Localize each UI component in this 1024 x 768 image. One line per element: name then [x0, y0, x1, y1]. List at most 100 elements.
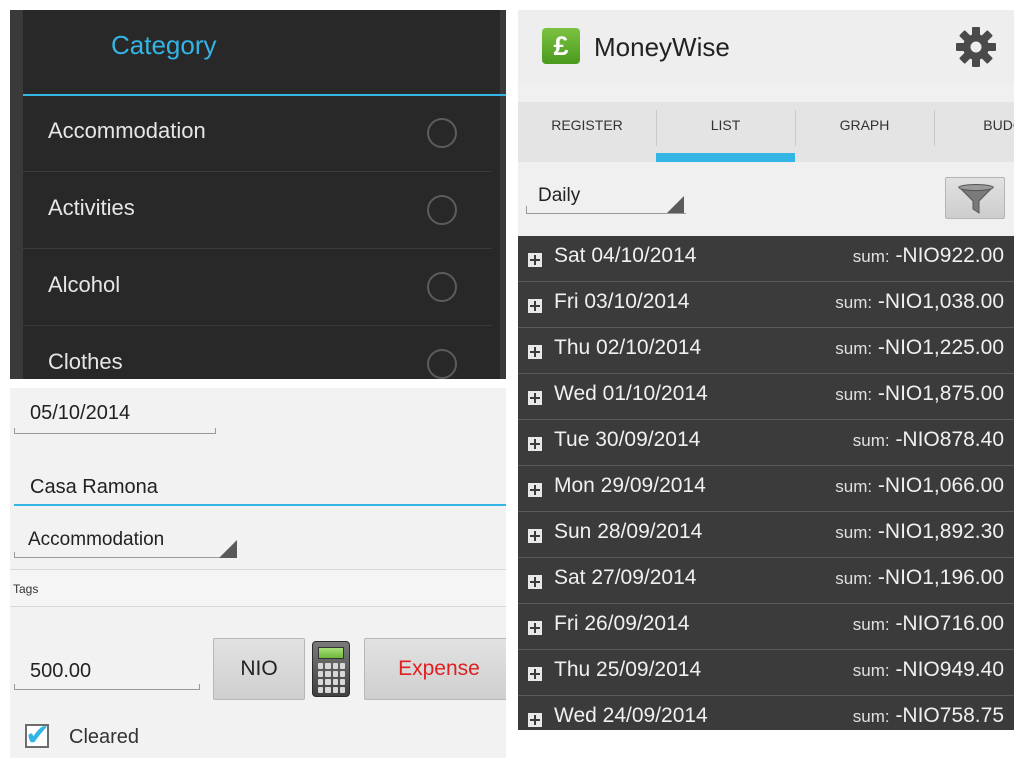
date-field-underline — [14, 428, 216, 434]
sum-value: -NIO1,875.00 — [877, 382, 1004, 405]
sum-value: -NIO949.40 — [895, 658, 1004, 681]
category-option-label: Accommodation — [48, 118, 206, 143]
expand-plus-icon[interactable] — [528, 437, 542, 451]
radio-button[interactable] — [427, 195, 457, 225]
day-summary-row[interactable]: Tue 30/09/2014 sum: -NIO878.40 — [518, 420, 1014, 466]
row-sum: sum: -NIO878.40 — [853, 428, 1004, 452]
sum-value: -NIO1,196.00 — [877, 566, 1004, 589]
cleared-label: Cleared — [69, 726, 140, 748]
sum-label: sum: — [852, 431, 890, 450]
row-date: Wed 24/09/2014 — [554, 704, 708, 727]
row-date: Thu 02/10/2014 — [554, 336, 702, 359]
payee-field-focus-underline — [14, 504, 506, 506]
row-date: Fri 03/10/2014 — [554, 290, 690, 313]
moneywise-list-screen: £ MoneyWise REGISTER LIST GRAPH BUDG — [518, 10, 1014, 730]
category-option-label: Clothes — [48, 349, 123, 374]
row-sum: sum: -NIO1,066.00 — [835, 474, 1004, 498]
selected-tab-indicator — [656, 153, 795, 162]
row-date: Sat 04/10/2014 — [554, 244, 697, 267]
sum-label: sum: — [835, 477, 873, 496]
row-sum: sum: -NIO1,196.00 — [835, 566, 1004, 590]
payee-field[interactable]: Casa Ramona — [30, 476, 158, 499]
row-sum: sum: -NIO758.75 — [853, 704, 1004, 728]
category-option-accommodation[interactable]: Accommodation — [23, 96, 492, 172]
category-dialog: Category Accommodation Activities Alcoho… — [23, 10, 506, 379]
date-field[interactable]: 05/10/2014 — [30, 402, 130, 425]
expand-plus-icon[interactable] — [528, 575, 542, 589]
day-summary-row[interactable]: Sat 04/10/2014 sum: -NIO922.00 — [518, 236, 1014, 282]
amount-field[interactable]: 500.00 — [30, 660, 91, 683]
spinner-arrow-icon — [667, 196, 684, 213]
row-date: Thu 25/09/2014 — [554, 658, 702, 681]
category-spinner[interactable]: Accommodation — [28, 529, 164, 551]
sum-value: -NIO758.75 — [895, 704, 1004, 727]
day-summary-row[interactable]: Thu 25/09/2014 sum: -NIO949.40 — [518, 650, 1014, 696]
expand-plus-icon[interactable] — [528, 345, 542, 359]
sum-label: sum: — [835, 339, 873, 358]
daily-summary-list: Sat 04/10/2014 sum: -NIO922.00 Fri 03/10/2… — [518, 236, 1014, 730]
pound-sign-icon: £ — [542, 28, 580, 64]
gear-icon[interactable] — [954, 25, 998, 69]
sum-value: -NIO878.40 — [895, 428, 1004, 451]
app-title: MoneyWise — [594, 32, 730, 62]
cleared-checkbox[interactable]: ✔ — [25, 719, 50, 752]
tab-register[interactable]: REGISTER — [518, 102, 656, 162]
dialog-title: Category — [111, 30, 217, 60]
radio-button[interactable] — [427, 118, 457, 148]
category-option-clothes[interactable]: Clothes — [23, 327, 492, 379]
calculator-icon[interactable] — [312, 641, 350, 697]
sum-label: sum: — [835, 569, 873, 588]
tab-budget[interactable]: BUDG — [934, 102, 1014, 162]
action-bar: £ MoneyWise — [518, 10, 1014, 84]
category-option-activities[interactable]: Activities — [23, 173, 492, 249]
currency-button[interactable]: NIO — [213, 638, 305, 700]
expense-button[interactable]: Expense — [364, 638, 506, 700]
spinner-arrow-icon — [219, 540, 237, 558]
day-summary-row[interactable]: Sun 28/09/2014 sum: -NIO1,892.30 — [518, 512, 1014, 558]
row-sum: sum: -NIO949.40 — [853, 658, 1004, 682]
tab-graph[interactable]: GRAPH — [795, 102, 934, 162]
day-summary-row[interactable]: Fri 26/09/2014 sum: -NIO716.00 — [518, 604, 1014, 650]
checkmark-icon: ✔ — [25, 719, 51, 752]
radio-button[interactable] — [427, 349, 457, 379]
expand-plus-icon[interactable] — [528, 299, 542, 313]
sum-label: sum: — [835, 293, 873, 312]
tags-field[interactable]: Tags — [10, 569, 506, 607]
expand-plus-icon[interactable] — [528, 667, 542, 681]
sum-label: sum: — [835, 523, 873, 542]
day-summary-row[interactable]: Thu 02/10/2014 sum: -NIO1,225.00 — [518, 328, 1014, 374]
row-date: Tue 30/09/2014 — [554, 428, 701, 451]
sum-label: sum: — [852, 247, 890, 266]
row-sum: sum: -NIO1,892.30 — [835, 520, 1004, 544]
row-date: Mon 29/09/2014 — [554, 474, 706, 497]
day-summary-row[interactable]: Wed 24/09/2014 sum: -NIO758.75 — [518, 696, 1014, 730]
expand-plus-icon[interactable] — [528, 529, 542, 543]
day-summary-row[interactable]: Fri 03/10/2014 sum: -NIO1,038.00 — [518, 282, 1014, 328]
sum-label: sum: — [852, 661, 890, 680]
period-spinner[interactable]: Daily — [538, 185, 580, 207]
day-summary-row[interactable]: Wed 01/10/2014 sum: -NIO1,875.00 — [518, 374, 1014, 420]
category-option-alcohol[interactable]: Alcohol — [23, 250, 492, 326]
row-sum: sum: -NIO716.00 — [853, 612, 1004, 636]
filter-button[interactable] — [945, 177, 1005, 219]
dialog-backdrop-left — [10, 10, 23, 379]
radio-button[interactable] — [427, 272, 457, 302]
sum-value: -NIO716.00 — [895, 612, 1004, 635]
expand-plus-icon[interactable] — [528, 713, 542, 727]
row-sum: sum: -NIO922.00 — [853, 244, 1004, 268]
sum-label: sum: — [852, 615, 890, 634]
sum-label: sum: — [852, 707, 890, 726]
row-sum: sum: -NIO1,225.00 — [835, 336, 1004, 360]
expand-plus-icon[interactable] — [528, 483, 542, 497]
sum-value: -NIO1,892.30 — [877, 520, 1004, 543]
amount-field-underline — [14, 684, 200, 690]
expand-plus-icon[interactable] — [528, 391, 542, 405]
category-dialog-screen: Category Accommodation Activities Alcoho… — [10, 10, 506, 379]
category-option-label: Alcohol — [48, 272, 121, 297]
row-date: Sat 27/09/2014 — [554, 566, 697, 589]
day-summary-row[interactable]: Mon 29/09/2014 sum: -NIO1,066.00 — [518, 466, 1014, 512]
expand-plus-icon[interactable] — [528, 621, 542, 635]
day-summary-row[interactable]: Sat 27/09/2014 sum: -NIO1,196.00 — [518, 558, 1014, 604]
expand-plus-icon[interactable] — [528, 253, 542, 267]
sum-label: sum: — [835, 385, 873, 404]
